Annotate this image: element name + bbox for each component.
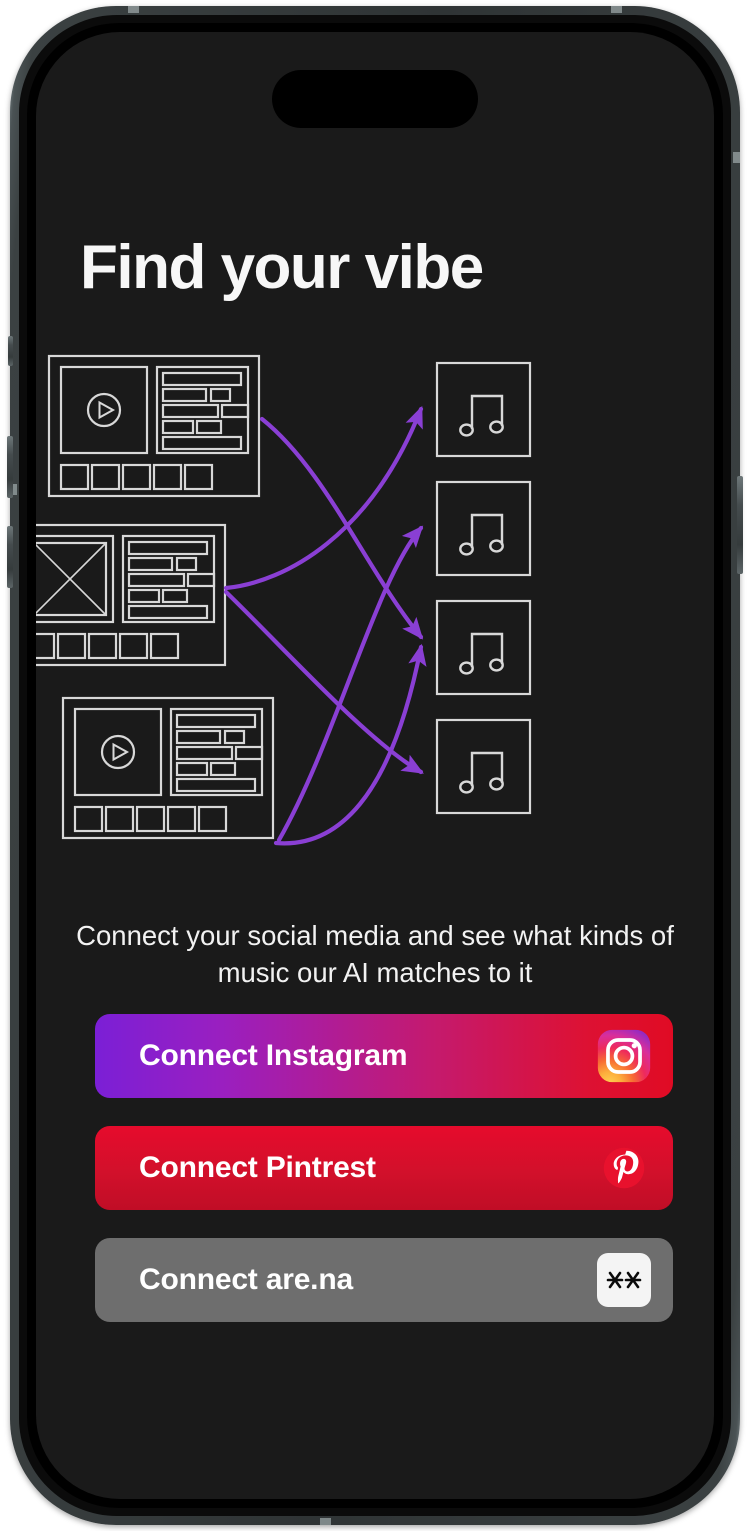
music-target-2 — [435, 480, 532, 577]
antenna-line-bot-left — [320, 1518, 331, 1525]
power-button[interactable] — [737, 476, 743, 574]
social-to-music-diagram — [36, 320, 714, 850]
antenna-line-top-right — [611, 6, 622, 13]
connect-arena-label: Connect are.na — [139, 1263, 353, 1296]
antenna-line-mid-right — [733, 152, 740, 163]
music-target-1 — [435, 361, 532, 458]
antenna-line-top-left — [128, 6, 139, 13]
music-note-icon — [459, 632, 504, 675]
play-icon — [98, 400, 116, 420]
arena-icon — [597, 1253, 651, 1307]
arrow-card2-to-music1 — [223, 405, 424, 591]
music-target-3 — [435, 599, 532, 696]
source-card-1 — [47, 354, 261, 498]
play-icon — [112, 742, 130, 762]
page-title: Find your vibe — [80, 232, 484, 302]
source-card-2 — [36, 523, 227, 667]
app-screen-content: Find your vibe Connect your social media… — [36, 32, 714, 1499]
music-note-icon — [459, 394, 504, 437]
diagram-source-cards — [36, 354, 275, 840]
volume-up-button[interactable] — [7, 436, 13, 498]
arrow-card3-to-music2 — [276, 525, 424, 843]
arrow-card1-to-music3 — [259, 416, 424, 640]
action-button[interactable] — [8, 336, 13, 366]
connect-pintrest-button[interactable]: Connect Pintrest — [95, 1126, 673, 1210]
connect-buttons-list: Connect Instagram Connect Pintrest Conne… — [95, 1014, 673, 1350]
instagram-icon — [597, 1029, 651, 1083]
phone-mockup: Find your vibe Connect your social media… — [7, 6, 743, 1525]
source-card-3 — [61, 696, 275, 840]
music-target-4 — [435, 718, 532, 815]
phone-screen: Find your vibe Connect your social media… — [36, 32, 714, 1499]
connect-instagram-label: Connect Instagram — [139, 1039, 408, 1072]
diagram-target-cards — [435, 361, 532, 815]
connect-pintrest-label: Connect Pintrest — [139, 1151, 376, 1184]
connect-arena-button[interactable]: Connect are.na — [95, 1238, 673, 1322]
volume-down-button[interactable] — [7, 526, 13, 588]
image-placeholder-icon — [36, 542, 107, 616]
music-note-icon — [459, 751, 504, 794]
connect-instagram-button[interactable]: Connect Instagram — [95, 1014, 673, 1098]
pinterest-icon — [603, 1147, 645, 1189]
description-text: Connect your social media and see what k… — [76, 919, 674, 988]
music-note-icon — [459, 513, 504, 556]
